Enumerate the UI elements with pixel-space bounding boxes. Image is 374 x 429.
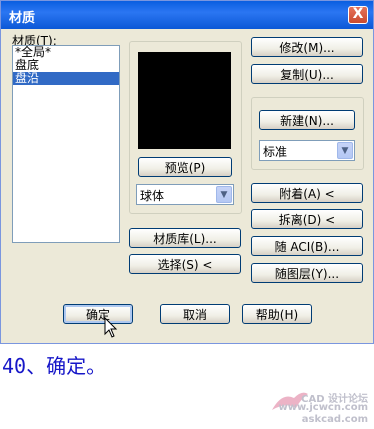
dialog-titlebar[interactable]: 材质 X (1, 1, 373, 29)
chevron-down-icon[interactable]: ▼ (216, 186, 232, 203)
by-layer-button[interactable]: 随图层(Y)... (251, 263, 363, 283)
select-button[interactable]: 选择(S) < (129, 254, 241, 274)
attach-button[interactable]: 附着(A) < (251, 183, 363, 203)
materials-listbox[interactable]: *全局* 盘底 盘沿 (12, 45, 120, 243)
preview-shape-value: 球体 (140, 189, 165, 203)
preview-button[interactable]: 预览(P) (138, 157, 232, 177)
duplicate-button[interactable]: 复制(U)... (251, 64, 363, 84)
site-watermark: CAD 设计论坛 www.jcwcn.com askcad.com (268, 388, 372, 426)
cancel-button[interactable]: 取消 (160, 304, 230, 324)
step-caption: 40、确定。 (2, 354, 107, 378)
by-aci-button[interactable]: 随 ACI(B)... (251, 236, 363, 256)
material-type-select[interactable]: 标准 ▼ (259, 140, 355, 161)
material-dialog: 材质 X 材质(T): *全局* 盘底 盘沿 预览(P) 球体 ▼ 材质库(L)… (0, 0, 374, 344)
close-icon[interactable]: X (348, 6, 368, 24)
ok-button[interactable]: 确定 (63, 304, 133, 324)
preview-shape-select[interactable]: 球体 ▼ (136, 184, 234, 205)
chevron-down-icon[interactable]: ▼ (337, 142, 353, 159)
material-item-pan-yan[interactable]: 盘沿 (13, 72, 119, 85)
watermark-line-2: www.jcwcn.com (278, 402, 368, 413)
material-preview (138, 52, 231, 149)
material-library-button[interactable]: 材质库(L)... (129, 228, 241, 248)
material-type-value: 标准 (263, 145, 288, 159)
help-button[interactable]: 帮助(H) (242, 304, 312, 324)
modify-button[interactable]: 修改(M)... (251, 37, 363, 57)
mouse-cursor-icon (104, 317, 118, 338)
watermark-line-3: askcad.com (301, 414, 368, 425)
detach-button[interactable]: 拆离(D) < (251, 209, 363, 229)
new-button[interactable]: 新建(N)... (259, 110, 355, 130)
dialog-title: 材质 (9, 11, 36, 26)
